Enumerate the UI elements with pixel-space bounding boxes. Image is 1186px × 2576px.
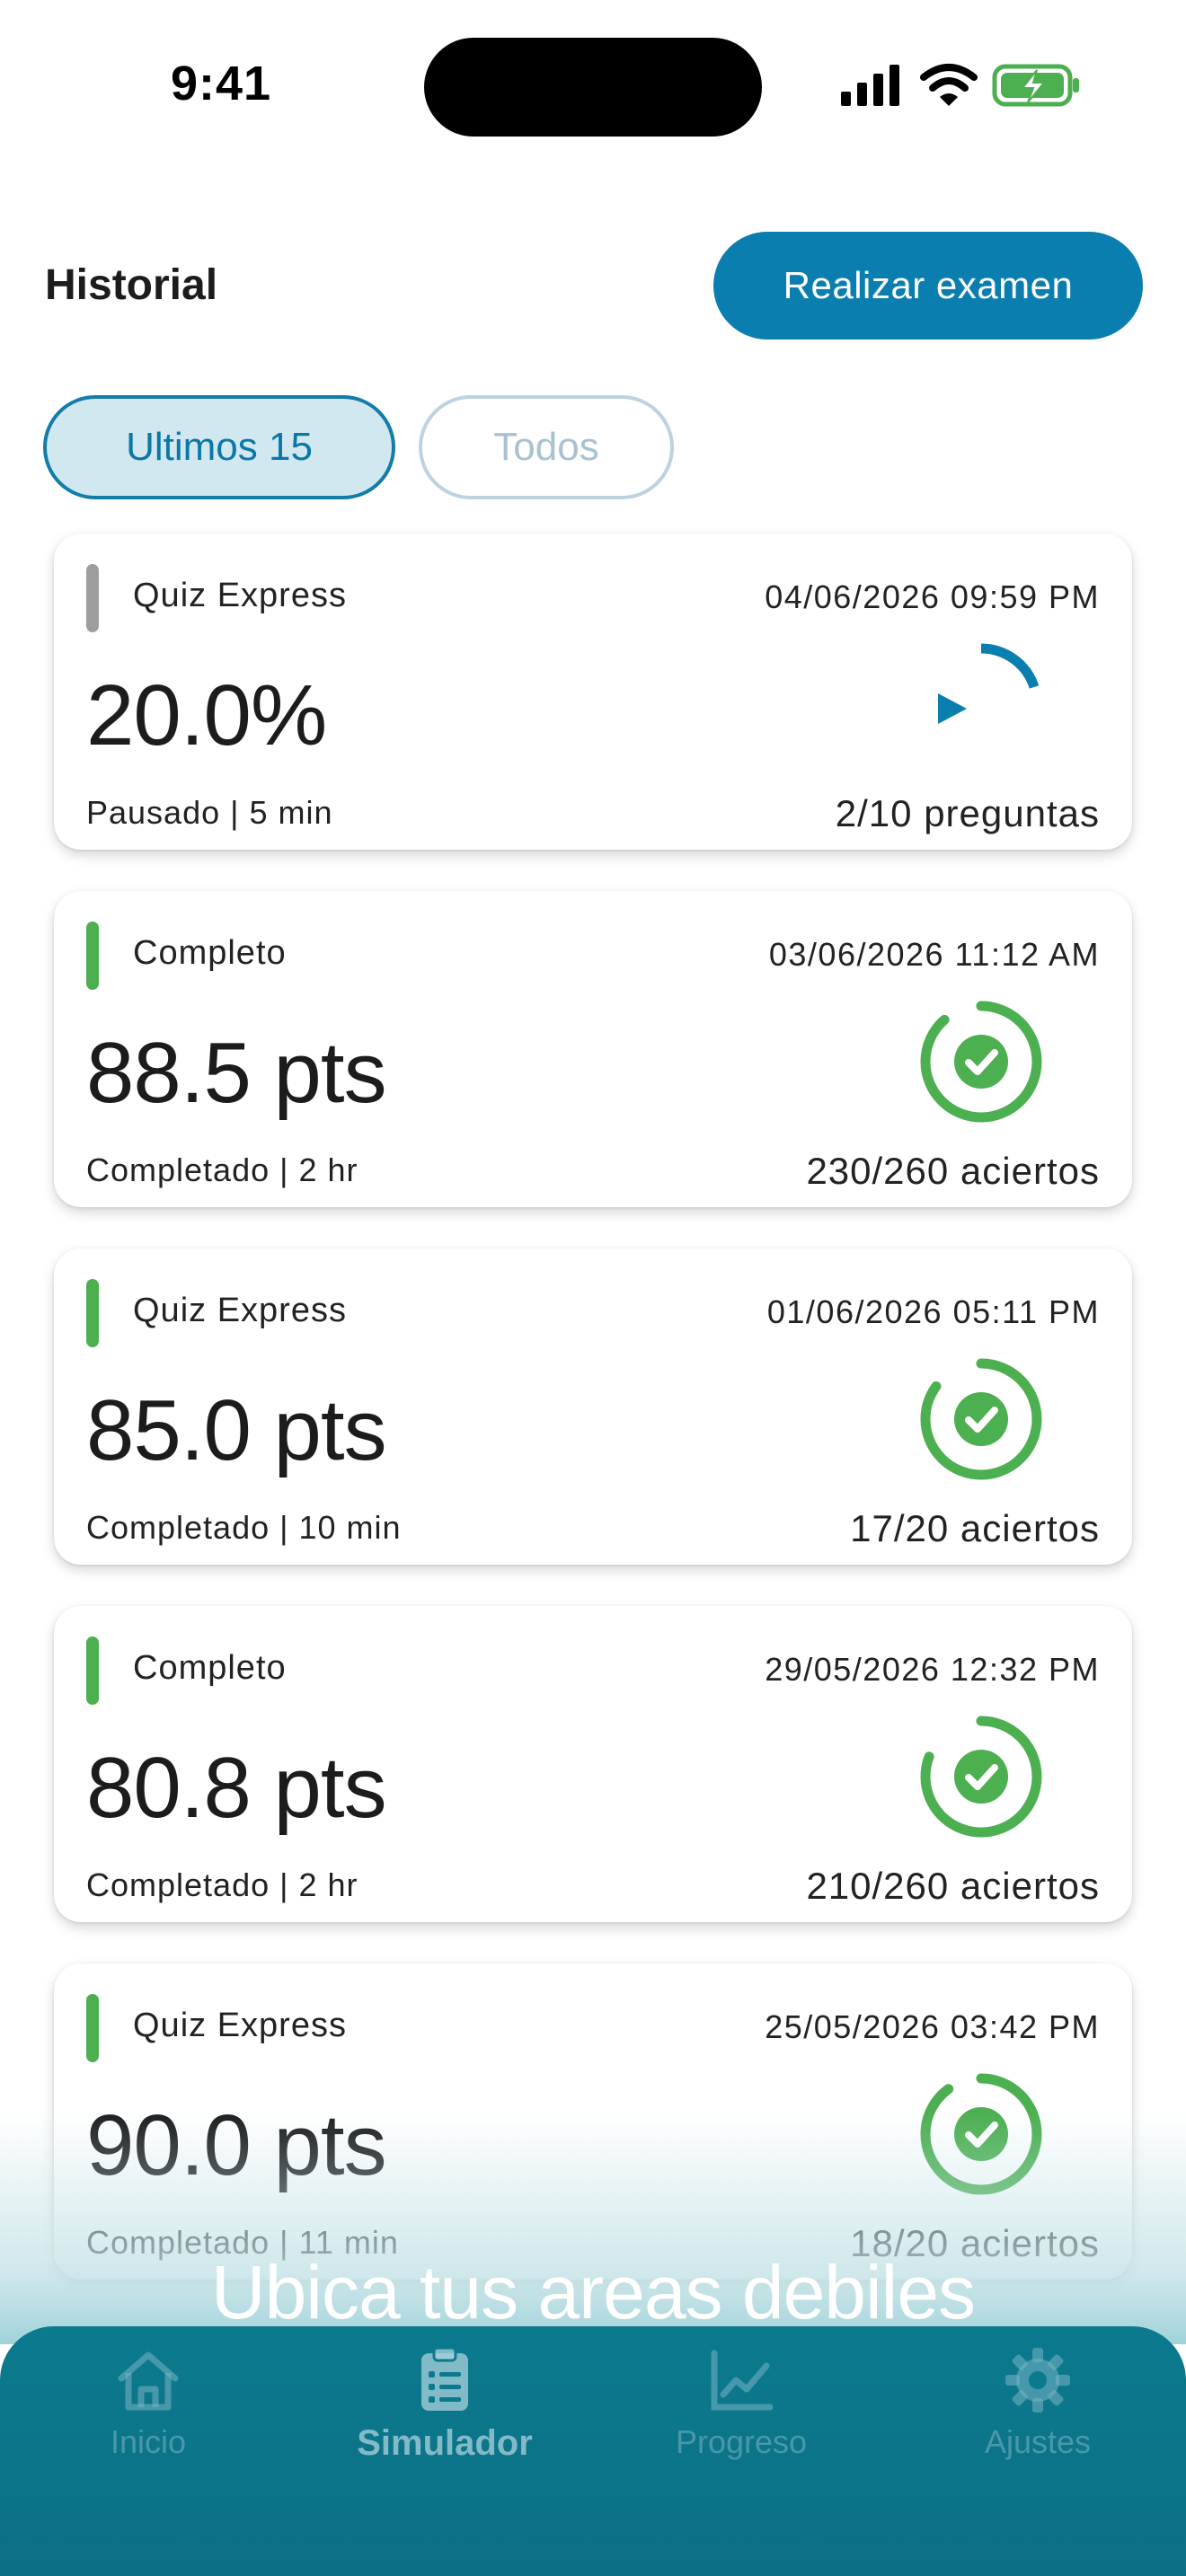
tab-inicio[interactable]: Inicio (0, 2326, 296, 2506)
exam-score: 88.5 pts (86, 1025, 387, 1121)
filter-last-15[interactable]: Ultimos 15 (43, 395, 395, 499)
exam-status: Pausado | 5 min (86, 794, 333, 831)
play-triangle (938, 693, 967, 724)
history-card[interactable]: Quiz Express 25/05/2026 03:42 PM 90.0 pts C… (54, 1963, 1132, 2280)
exam-score: 90.0 pts (86, 2097, 387, 2193)
exam-type: Quiz Express (133, 1292, 347, 1329)
cellular-signal-icon (841, 65, 899, 106)
exam-count: 2/10 preguntas (835, 792, 1100, 834)
exam-type: Quiz Express (133, 577, 347, 614)
exam-date: 25/05/2026 03:42 PM (765, 2008, 1100, 2045)
exam-score: 85.0 pts (86, 1382, 387, 1478)
exam-count: 210/260 aciertos (806, 1865, 1100, 1907)
tab-progreso[interactable]: Progreso (593, 2326, 890, 2506)
check-badge (954, 1392, 1008, 1446)
check-badge (954, 1035, 1008, 1089)
exam-type: Completo (133, 1649, 287, 1687)
status-accent-bar (86, 564, 99, 632)
history-card[interactable]: Completo 29/05/2026 12:32 PM 80.8 pts Compl… (54, 1606, 1132, 1922)
completed-check-icon (920, 2073, 1042, 2195)
history-card[interactable]: Quiz Express 04/06/2026 09:59 PM 20.0% Paus… (54, 534, 1132, 850)
battery-charging-icon (992, 64, 1079, 107)
exam-date: 29/05/2026 12:32 PM (765, 1651, 1100, 1688)
tab-label: Inicio (110, 2423, 187, 2460)
check-badge (954, 2107, 1008, 2161)
exam-date: 04/06/2026 09:59 PM (765, 578, 1100, 615)
dynamic-island (424, 38, 762, 137)
exam-date: 01/06/2026 05:11 PM (766, 1293, 1100, 1330)
status-accent-bar (86, 1994, 99, 2062)
take-exam-button[interactable]: Realizar examen (713, 232, 1143, 340)
exam-count: 17/20 aciertos (850, 1507, 1100, 1549)
clipboard-list-icon (421, 2346, 468, 2411)
check-badge (954, 1750, 1008, 1804)
tab-simulador[interactable]: Simulador (296, 2326, 593, 2506)
exam-score: 80.8 pts (86, 1740, 387, 1836)
filter-all[interactable]: Todos (419, 395, 674, 499)
completed-check-icon (920, 1716, 1042, 1838)
exam-count: 230/260 aciertos (806, 1150, 1100, 1192)
exam-date: 03/06/2026 11:12 AM (768, 936, 1100, 973)
tab-bar: Inicio Simulador Progreso Ajustes (0, 2326, 1186, 2576)
home-icon (118, 2351, 179, 2411)
line-chart-icon (711, 2350, 774, 2411)
wifi-icon (920, 64, 978, 106)
status-accent-bar (86, 922, 99, 990)
history-card[interactable]: Completo 03/06/2026 11:12 AM 88.5 pts Compl… (54, 891, 1132, 1207)
exam-status: Completado | 2 hr (86, 1866, 358, 1903)
tab-ajustes[interactable]: Ajustes (890, 2326, 1186, 2506)
page-title: Historial (45, 261, 218, 309)
status-accent-bar (86, 1279, 99, 1347)
exam-status: Completado | 10 min (86, 1509, 402, 1546)
tab-label: Progreso (675, 2423, 808, 2460)
history-card[interactable]: Quiz Express 01/06/2026 05:11 PM 85.0 pts C… (54, 1248, 1132, 1565)
exam-type: Quiz Express (133, 2007, 347, 2044)
exam-status: Completado | 2 hr (86, 1151, 358, 1188)
status-time: 9:41 (171, 57, 272, 110)
exam-score: 20.0% (86, 667, 327, 763)
resume-play-icon[interactable] (918, 641, 1044, 767)
overlay-caption: Ubica tus areas debiles (210, 2250, 976, 2334)
history-screen: 9:41 Historial Realizar examen Ultimos 1… (0, 0, 1186, 2576)
status-accent-bar (86, 1636, 99, 1705)
completed-check-icon (920, 1358, 1042, 1480)
tab-label: Simulador (357, 2423, 533, 2463)
completed-check-icon (920, 1001, 1042, 1123)
gear-icon (1005, 2348, 1070, 2413)
exam-type: Completo (133, 934, 287, 972)
tab-label: Ajustes (984, 2423, 1092, 2460)
